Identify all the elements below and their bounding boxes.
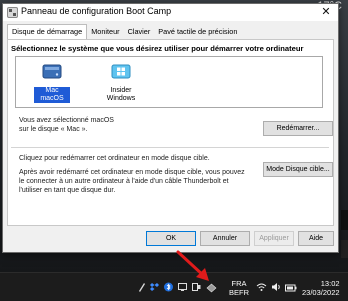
info-line: sur le disque « Mac ». bbox=[19, 126, 88, 133]
display-icon[interactable] bbox=[178, 282, 187, 292]
startup-disk-list: Mac macOS Insider Windows bbox=[15, 56, 323, 108]
tab-precision-touchpad[interactable]: Pavé tactile de précision bbox=[154, 24, 241, 39]
dropbox-icon[interactable] bbox=[150, 282, 159, 292]
tab-bar: Disque de démarrage Moniteur Clavier Pav… bbox=[7, 24, 241, 39]
clock-date: 23/03/2022 bbox=[302, 288, 340, 297]
bluetooth-icon[interactable] bbox=[164, 282, 173, 292]
windows-disk-icon bbox=[111, 64, 131, 79]
tab-keyboard[interactable]: Clavier bbox=[124, 24, 155, 39]
taskbar-clock[interactable]: 13:02 23/03/2022 bbox=[302, 279, 340, 297]
input-language-indicator[interactable]: FRA BEFR bbox=[229, 279, 249, 297]
restart-button[interactable]: Redémarrer... bbox=[263, 121, 333, 136]
ok-button[interactable]: OK bbox=[146, 231, 196, 246]
disk-item-mac[interactable]: Mac macOS bbox=[34, 61, 70, 103]
apply-button[interactable]: Appliquer bbox=[254, 231, 294, 246]
disk-label-line: Windows bbox=[106, 95, 136, 102]
info-line: Vous avez sélectionné macOS bbox=[19, 117, 114, 124]
help-button[interactable]: Aide bbox=[298, 231, 334, 246]
lang-code: FRA bbox=[231, 279, 247, 288]
window-title: Panneau de configuration Boot Camp bbox=[21, 6, 172, 16]
vpn-icon[interactable] bbox=[192, 282, 201, 292]
wifi-icon[interactable] bbox=[256, 282, 267, 292]
info-line: l'utiliser en tant que disque dur. bbox=[19, 187, 116, 194]
selected-disk-info: Vous avez sélectionné macOS sur le disqu… bbox=[19, 116, 114, 134]
disk-label-windows: Insider Windows bbox=[101, 87, 141, 103]
mac-disk-icon bbox=[42, 64, 62, 79]
target-disk-mode-button[interactable]: Mode Disque cible... bbox=[263, 162, 333, 177]
disk-item-windows[interactable]: Insider Windows bbox=[101, 61, 141, 103]
startup-disk-heading: Sélectionnez le système que vous désirez… bbox=[11, 44, 304, 53]
keyboard-layout: BEFR bbox=[229, 288, 250, 297]
volume-icon[interactable] bbox=[271, 282, 281, 292]
clock-time: 13:02 bbox=[320, 279, 340, 288]
section-divider bbox=[11, 147, 329, 148]
tab-monitor[interactable]: Moniteur bbox=[87, 24, 123, 39]
battery-icon[interactable] bbox=[285, 283, 297, 293]
disk-label-line: macOS bbox=[40, 95, 64, 102]
pen-icon[interactable] bbox=[137, 282, 146, 292]
bootcamp-icon[interactable] bbox=[206, 281, 217, 293]
disk-label-line: Insider bbox=[110, 87, 132, 94]
disk-label-line: Mac bbox=[45, 87, 59, 94]
info-line: Après avoir redémarré cet ordinateur en … bbox=[19, 169, 245, 176]
close-icon[interactable]: ✕ bbox=[314, 4, 338, 21]
tab-startup-disk[interactable]: Disque de démarrage bbox=[7, 24, 88, 39]
target-disk-intro: Cliquez pour redémarrer cet ordinateur e… bbox=[19, 155, 210, 162]
info-line: le connecter à un autre ordinateur à l'a… bbox=[19, 178, 229, 185]
target-disk-description: Après avoir redémarré cet ordinateur en … bbox=[19, 168, 245, 195]
disk-label-mac: Mac macOS bbox=[34, 87, 70, 103]
background-window-edge bbox=[341, 240, 348, 258]
title-bar[interactable]: Panneau de configuration Boot Camp ✕ bbox=[3, 4, 338, 21]
cancel-button[interactable]: Annuler bbox=[200, 231, 250, 246]
background-window-edge bbox=[341, 210, 348, 230]
bootcamp-app-icon bbox=[7, 7, 18, 18]
